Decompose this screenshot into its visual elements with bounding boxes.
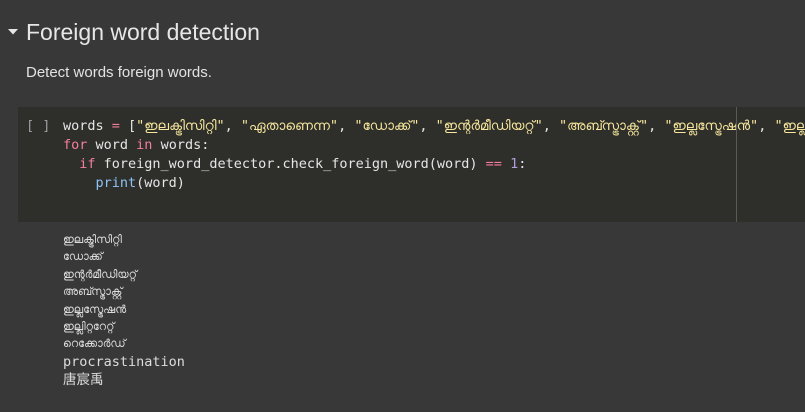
output-line: ഇല്ലിറ്ററേറ്റ് <box>63 319 115 333</box>
code-line-1: words = ["ഇലക്ട്രിസിറ്റി", "ഏതാണെന്ന", "… <box>63 118 805 134</box>
code-editor[interactable]: words = ["ഇലക്ട്രിസിറ്റി", "ഏതാണെന്ന", "… <box>63 117 805 193</box>
cell-output: ഇലക്ട്രിസിറ്റി ഡോക്ക് ഇന്റർമീഡിയറ്റ് അബ്… <box>63 231 185 389</box>
output-line: അബ്സ്ട്രാക്റ്റ് <box>63 285 123 299</box>
section-description: Detect words foreign words. <box>26 64 212 81</box>
line-length-ruler <box>736 107 737 222</box>
code-cell[interactable]: [ ] words = ["ഇലക്ട്രിസിറ്റി", "ഏതാണെന്ന… <box>18 107 805 222</box>
code-line-4: print(word) <box>95 175 185 191</box>
code-line-2: for word in words: <box>63 137 210 153</box>
output-line: ഇന്റർമീഡിയറ്റ് <box>63 267 137 281</box>
section-header: Foreign word detection <box>0 14 260 50</box>
output-line: ഇലക്ട്രിസിറ്റി <box>63 233 122 246</box>
output-line-latin: procrastination <box>63 353 185 370</box>
output-line-cjk: 唐宸禹 <box>63 371 104 388</box>
output-line: ഡോക്ക് <box>63 250 103 264</box>
code-line-3: if foreign_word_detector.check_foreign_w… <box>79 156 527 172</box>
section-title: Foreign word detection <box>26 19 260 45</box>
run-cell-button[interactable]: [ ] <box>26 117 50 136</box>
caret-down-icon[interactable] <box>0 14 26 50</box>
output-line: ഇല്ലസ്ട്രേഷൻ <box>63 302 127 316</box>
output-line: റെക്കോർഡ് <box>63 337 126 351</box>
